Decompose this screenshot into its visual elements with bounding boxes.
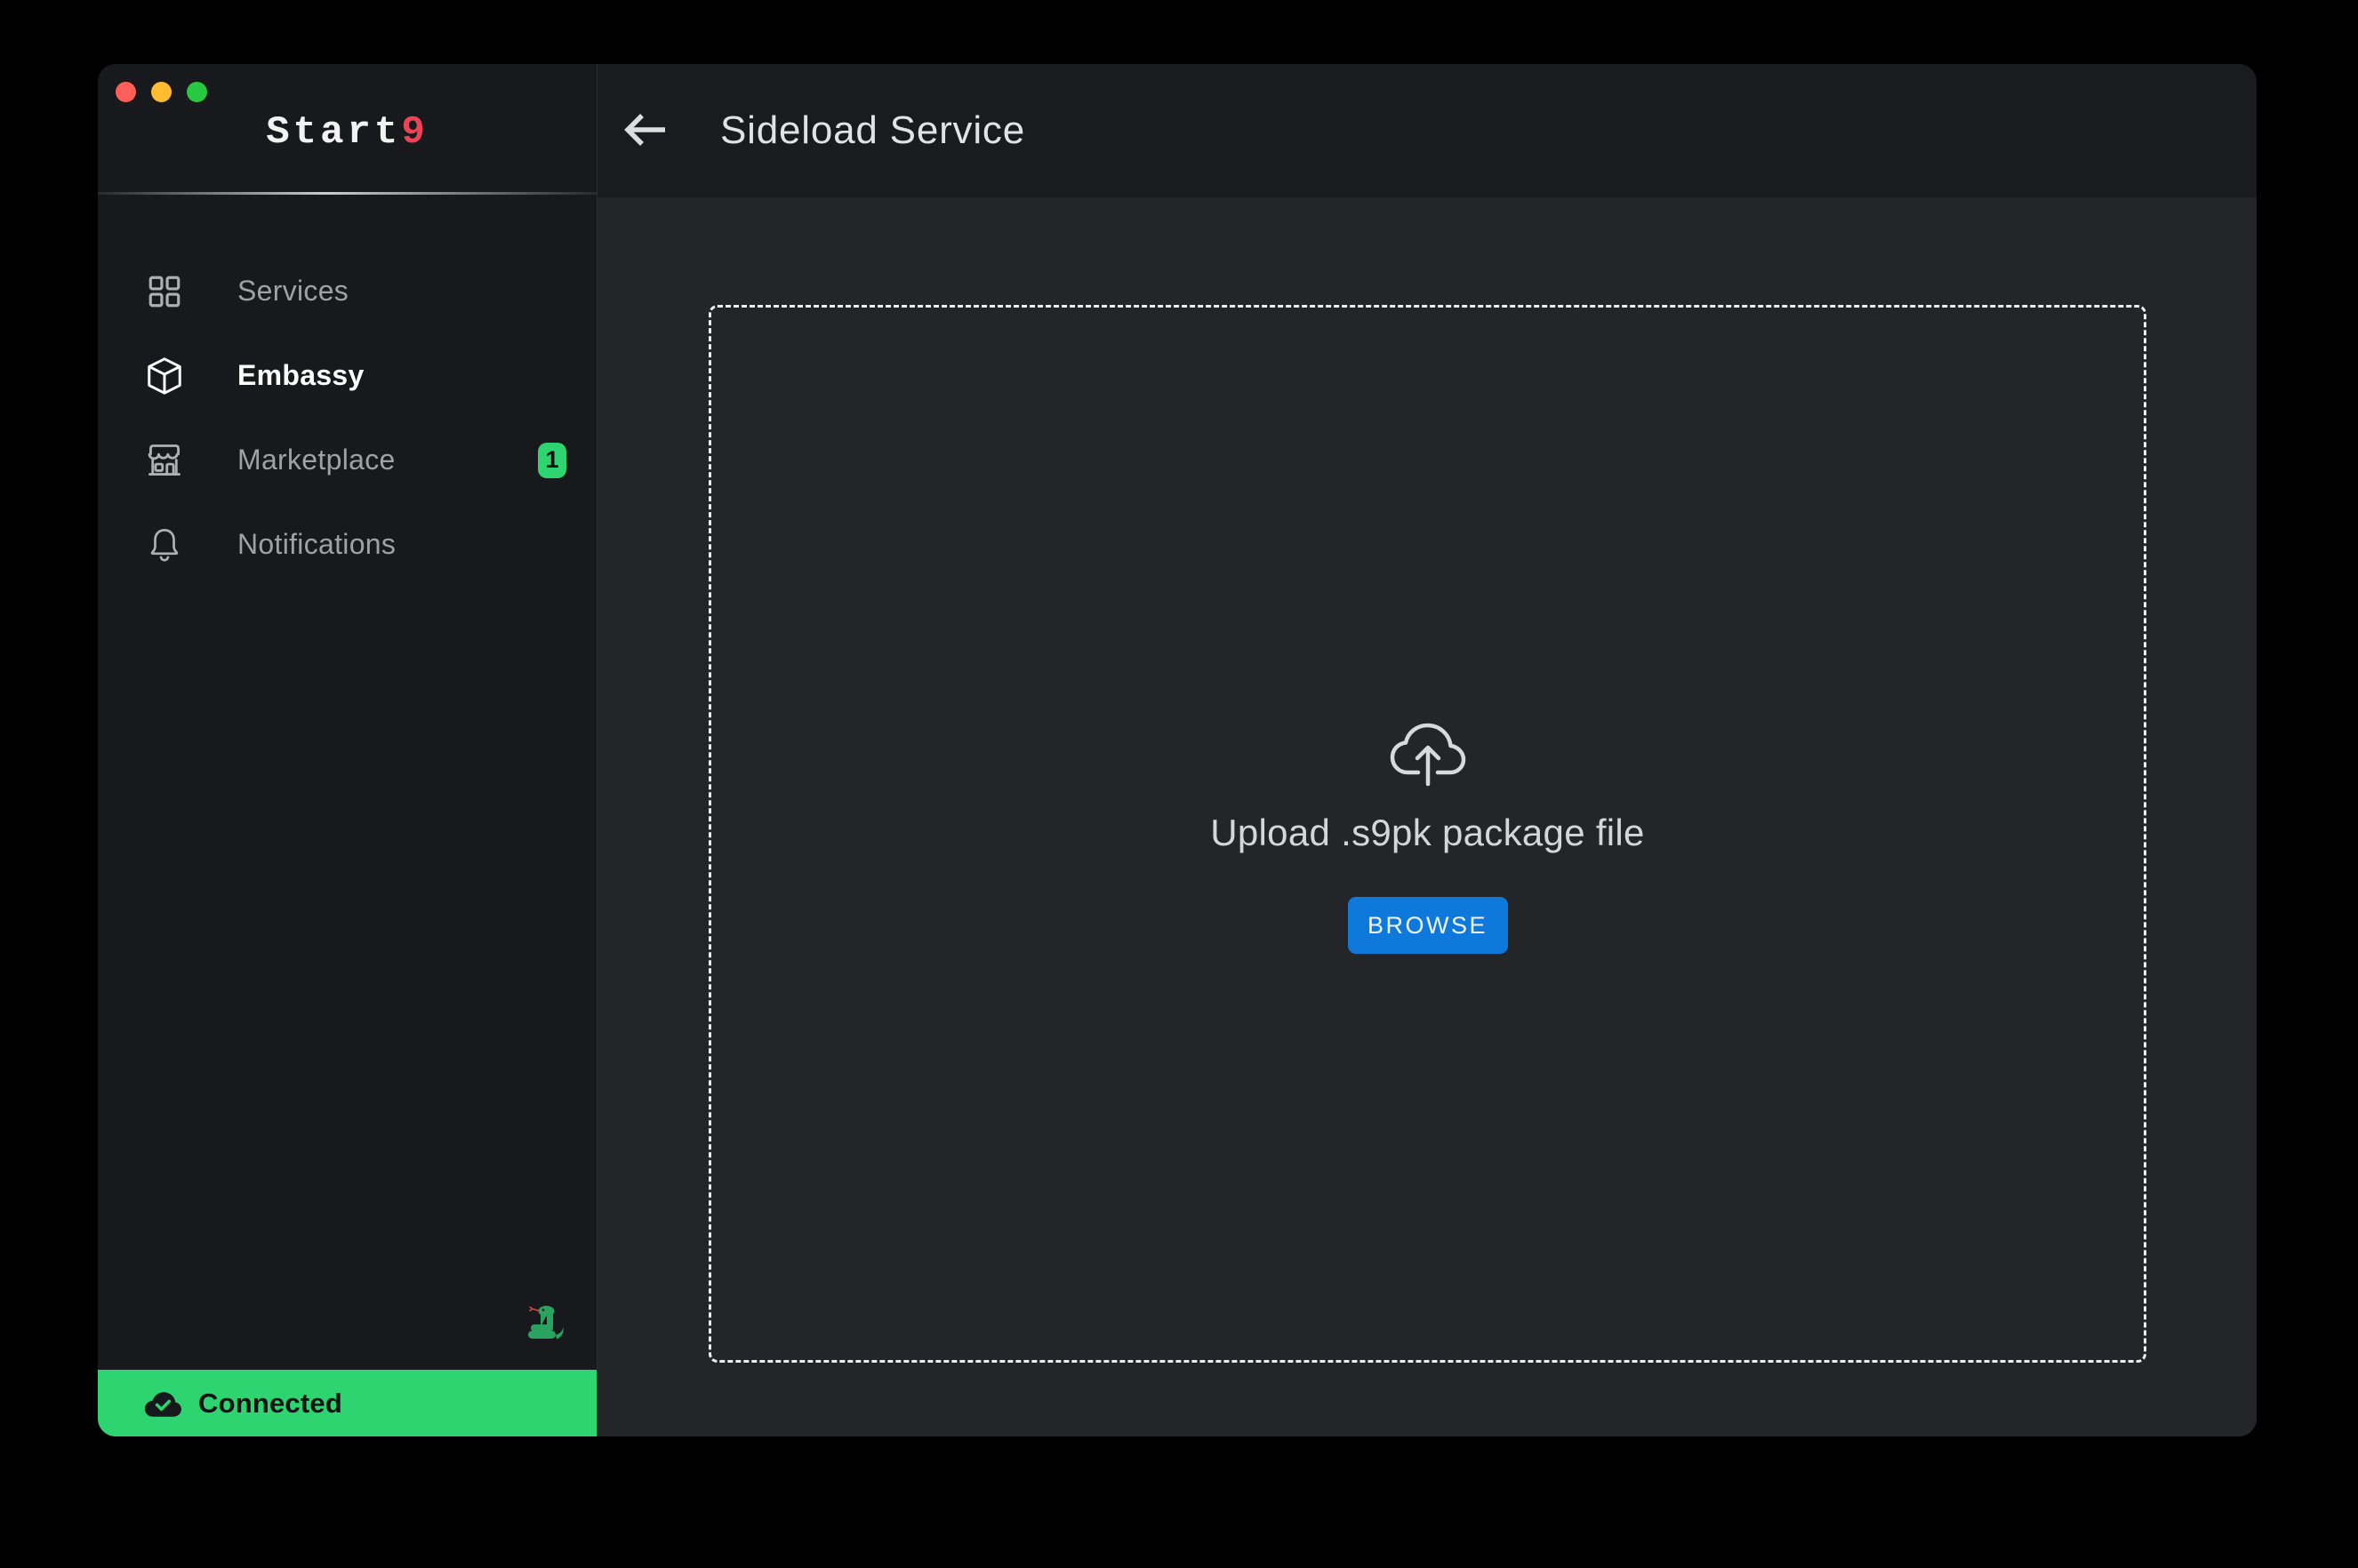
logo-text: Start xyxy=(266,110,401,155)
sidebar-item-label: Embassy xyxy=(237,359,365,392)
cloud-check-icon xyxy=(140,1388,182,1419)
snake-icon xyxy=(523,1300,565,1342)
arrow-left-icon xyxy=(623,111,668,151)
sidebar-item-services[interactable]: Services xyxy=(98,249,597,333)
upload-dropzone[interactable]: Upload .s9pk package file BROWSE xyxy=(709,305,2146,1363)
storefront-icon xyxy=(144,440,185,481)
marketplace-count-badge: 1 xyxy=(538,443,566,478)
sidebar-item-marketplace[interactable]: Marketplace 1 xyxy=(98,418,597,502)
app-window: Start9 Services xyxy=(98,64,2257,1436)
main-area: Sideload Service Upload .s9pk package fi… xyxy=(597,64,2257,1436)
connection-status-label: Connected xyxy=(198,1388,342,1420)
bell-icon xyxy=(144,524,185,565)
sidebar-menu: Services Embassy xyxy=(98,249,597,587)
cube-icon xyxy=(144,356,185,396)
window-controls xyxy=(116,82,207,102)
grid-icon xyxy=(144,271,185,312)
sidebar-divider xyxy=(98,192,597,195)
sidebar-item-embassy[interactable]: Embassy xyxy=(98,333,597,418)
dropzone-label: Upload .s9pk package file xyxy=(1210,812,1644,854)
zoom-window-button[interactable] xyxy=(187,82,207,102)
sidebar-item-label: Services xyxy=(237,275,349,308)
connection-status-bar: Connected xyxy=(98,1370,597,1436)
page-title: Sideload Service xyxy=(720,108,1025,153)
sidebar-item-label: Notifications xyxy=(237,528,396,561)
page-header: Sideload Service xyxy=(598,64,2257,197)
back-button[interactable] xyxy=(617,102,674,159)
minimize-window-button[interactable] xyxy=(151,82,172,102)
sidebar: Start9 Services xyxy=(98,64,597,1436)
page-content: Upload .s9pk package file BROWSE xyxy=(598,197,2257,1436)
browse-button[interactable]: BROWSE xyxy=(1348,897,1508,954)
sidebar-item-label: Marketplace xyxy=(237,444,396,476)
logo-accent-text: 9 xyxy=(401,110,428,155)
close-window-button[interactable] xyxy=(116,82,136,102)
sidebar-item-notifications[interactable]: Notifications xyxy=(98,502,597,587)
cloud-upload-icon xyxy=(1386,714,1470,788)
screen: Start9 Services xyxy=(0,0,2358,1568)
app-logo: Start9 xyxy=(98,110,597,155)
